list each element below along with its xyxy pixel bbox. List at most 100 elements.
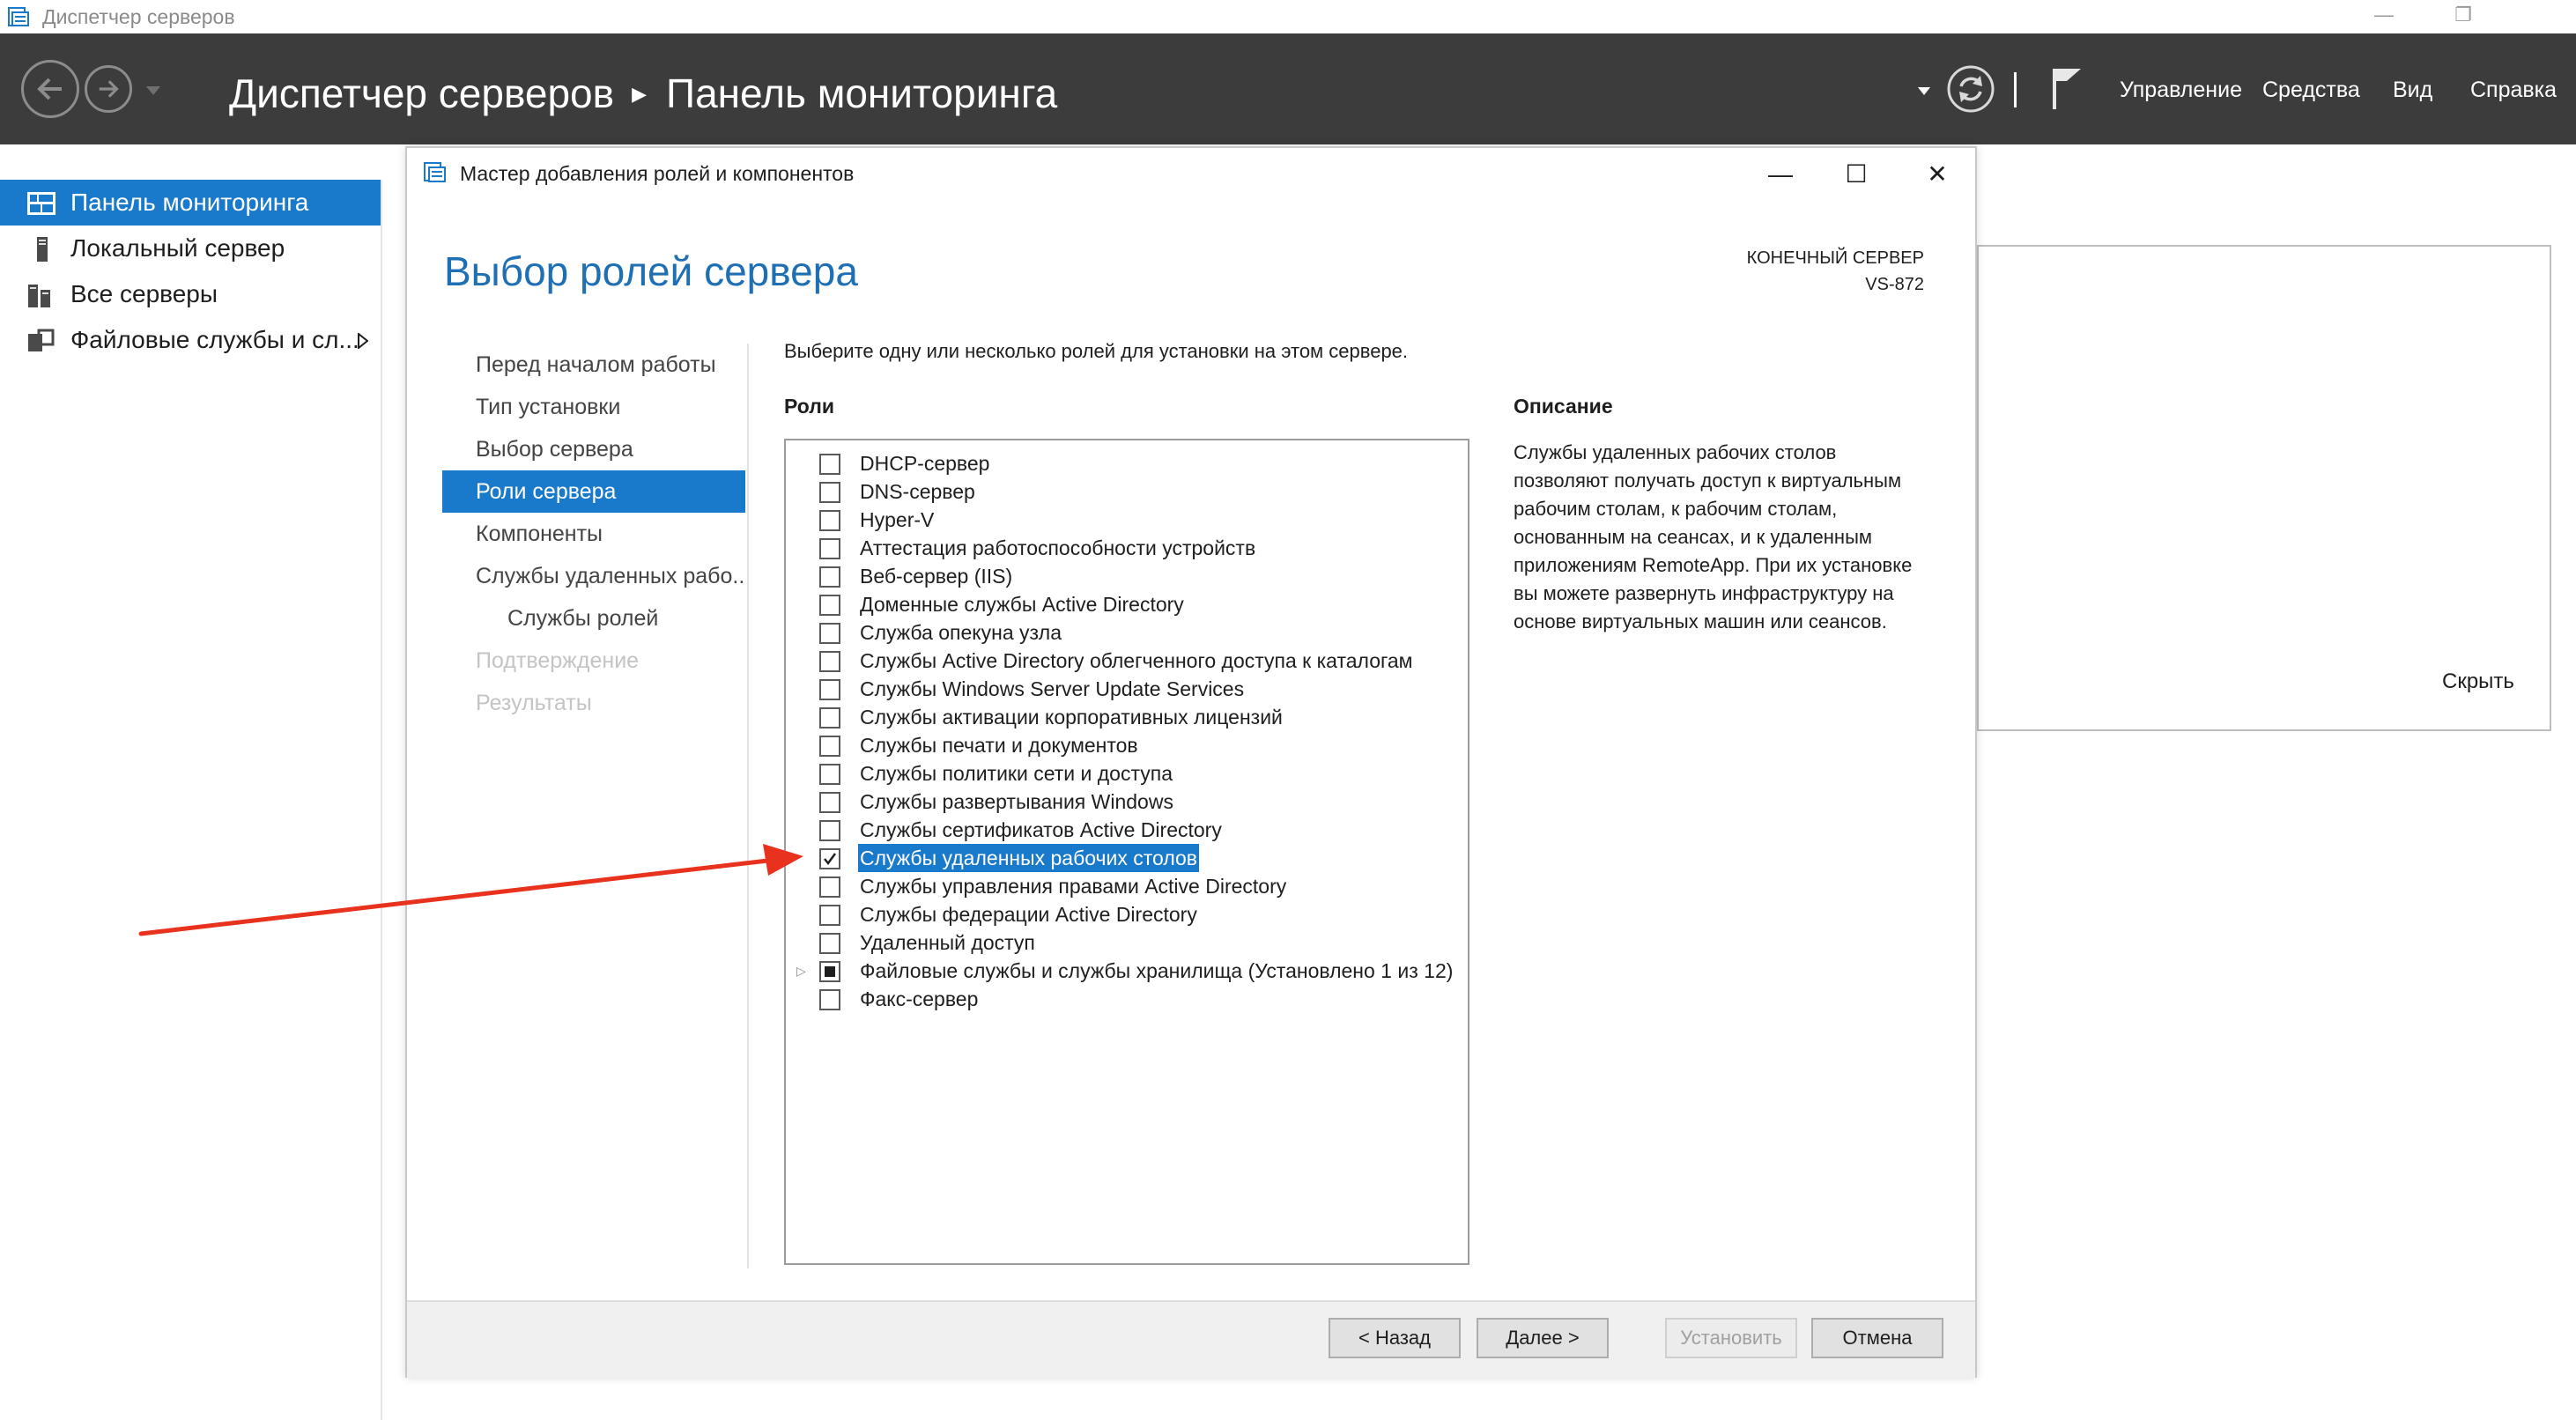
- role-label: Службы управления правами Active Directo…: [860, 875, 1287, 898]
- role-label: Hyper-V: [860, 508, 935, 531]
- wizard-title: Мастер добавления ролей и компонентов: [460, 162, 855, 185]
- sidebar-item-label: Локальный сервер: [70, 234, 285, 262]
- role-label: Служба опекуна узла: [860, 621, 1062, 644]
- role-checkbox[interactable]: [819, 538, 840, 559]
- wizard-step-before-you-begin[interactable]: Перед началом работы: [442, 344, 745, 386]
- role-checkbox[interactable]: [819, 876, 840, 898]
- sidebar-item-local-server[interactable]: Локальный сервер: [0, 226, 381, 271]
- wizard-app-icon: [424, 162, 446, 182]
- expand-arrow-icon[interactable]: ▷: [796, 964, 806, 979]
- description-text: Службы удаленных рабочих столов позволяю…: [1514, 441, 1913, 632]
- notifications-dropdown-icon[interactable]: [1917, 86, 1931, 97]
- close-icon[interactable]: ✕: [1915, 157, 1959, 192]
- role-label: Службы Active Directory облегченного дос…: [860, 649, 1413, 672]
- maximize-icon[interactable]: ☐: [1834, 157, 1878, 192]
- window-titlebar: Диспетчер серверов — ❐: [0, 0, 2576, 33]
- role-checkbox[interactable]: [819, 651, 840, 672]
- server-icon: [37, 237, 48, 262]
- role-label: Службы Windows Server Update Services: [860, 677, 1245, 700]
- role-label: Факс-сервер: [860, 987, 979, 1010]
- add-roles-wizard: Мастер добавления ролей и компонентов — …: [405, 146, 1977, 1378]
- menu-tools[interactable]: Средства: [2262, 74, 2360, 106]
- cancel-button[interactable]: Отмена: [1811, 1318, 1943, 1358]
- menu-manage[interactable]: Управление: [2120, 74, 2242, 106]
- sidebar-item-all-servers[interactable]: Все серверы: [0, 271, 381, 317]
- window-title: Диспетчер серверов: [42, 5, 235, 28]
- sidebar: Панель мониторинга Локальный сервер Все …: [0, 180, 382, 1420]
- restore-icon[interactable]: ❐: [2446, 2, 2481, 28]
- expand-arrow-icon[interactable]: [358, 333, 368, 349]
- servers-icon: [28, 285, 50, 307]
- server-manager-app-icon: [8, 7, 29, 26]
- wizard-step-remote-desktop[interactable]: Службы удаленных рабо...: [442, 555, 745, 597]
- role-checkbox[interactable]: [819, 933, 840, 954]
- role-checkbox[interactable]: [819, 623, 840, 644]
- header-title: Диспетчер серверов: [229, 70, 615, 116]
- install-button: Установить: [1665, 1318, 1797, 1358]
- nav-divider: [747, 344, 749, 1268]
- file-services-icon: [28, 329, 55, 351]
- minimize-icon[interactable]: —: [1758, 157, 1802, 192]
- role-label: Доменные службы Active Directory: [860, 593, 1184, 616]
- role-checkbox[interactable]: [819, 454, 840, 475]
- sidebar-item-label: Панель мониторинга: [70, 189, 309, 216]
- refresh-icon[interactable]: [1945, 63, 1996, 115]
- header-divider: [2014, 72, 2017, 107]
- forward-button[interactable]: [85, 65, 132, 113]
- wizard-step-role-services[interactable]: Службы ролей: [442, 597, 745, 640]
- destination-server-name: VS-872: [1865, 275, 1924, 294]
- flag-icon[interactable]: [2049, 65, 2084, 111]
- welcome-tile-panel: [1977, 245, 2551, 731]
- role-checkbox[interactable]: [819, 736, 840, 757]
- role-checkbox[interactable]: [819, 595, 840, 616]
- sidebar-item-label: Все серверы: [70, 280, 218, 307]
- hide-link[interactable]: Скрыть: [2442, 669, 2514, 694]
- role-checkbox-checked[interactable]: [819, 848, 840, 869]
- role-checkbox[interactable]: [819, 989, 840, 1010]
- wizard-step-features[interactable]: Компоненты: [442, 513, 745, 555]
- role-label: Удаленный доступ: [860, 931, 1035, 954]
- role-checkbox[interactable]: [819, 482, 840, 503]
- menu-view[interactable]: Вид: [2393, 74, 2432, 106]
- role-checkbox[interactable]: [819, 510, 840, 531]
- role-label: Службы политики сети и доступа: [860, 762, 1173, 785]
- history-dropdown-icon[interactable]: [144, 85, 162, 97]
- back-button[interactable]: [21, 60, 79, 118]
- role-checkbox[interactable]: [819, 707, 840, 728]
- roles-list[interactable]: DHCP-сервер DNS-сервер Hyper-V Аттестаци…: [784, 439, 1469, 1265]
- destination-server: КОНЕЧНЫЙ СЕРВЕР VS-872: [1747, 245, 1924, 298]
- sidebar-item-file-services[interactable]: Файловые службы и сл...: [0, 317, 381, 363]
- next-button[interactable]: Далее >: [1477, 1318, 1609, 1358]
- role-checkbox[interactable]: [819, 792, 840, 813]
- sidebar-item-label: Файловые службы и сл...: [70, 326, 359, 353]
- role-label: DNS-сервер: [860, 480, 975, 503]
- minimize-icon[interactable]: —: [2366, 2, 2402, 28]
- role-label: Службы удаленных рабочих столов: [858, 844, 1200, 872]
- wizard-step-confirmation: Подтверждение: [476, 648, 640, 673]
- role-checkbox[interactable]: [819, 905, 840, 926]
- role-label: Службы активации корпоративных лицензий: [860, 706, 1283, 728]
- role-checkbox[interactable]: [819, 764, 840, 785]
- destination-label: КОНЕЧНЫЙ СЕРВЕР: [1746, 248, 1924, 268]
- role-checkbox[interactable]: [819, 820, 840, 841]
- back-button[interactable]: < Назад: [1329, 1318, 1461, 1358]
- instruction-text: Выберите одну или несколько ролей для ус…: [784, 340, 1409, 362]
- app-header: Диспетчер серверов ▶ Панель мониторинга Уп…: [0, 33, 2576, 144]
- role-label: Службы развертывания Windows: [860, 790, 1173, 813]
- role-label: DHCP-сервер: [860, 452, 990, 475]
- wizard-step-server-roles[interactable]: Роли сервера: [442, 470, 745, 513]
- breadcrumb: Диспетчер серверов ▶ Панель мониторинга: [229, 67, 1057, 128]
- role-label: Файловые службы и службы хранилища (Уста…: [860, 959, 1454, 982]
- role-checkbox[interactable]: [819, 679, 840, 700]
- description-label: Описание: [1514, 395, 1613, 418]
- wizard-step-installation-type[interactable]: Тип установки: [442, 386, 745, 428]
- sidebar-item-dashboard[interactable]: Панель мониторинга: [0, 180, 381, 226]
- menu-help[interactable]: Справка: [2470, 74, 2557, 106]
- header-subtitle: Панель мониторинга: [666, 70, 1058, 116]
- forward-icon: [99, 80, 119, 98]
- role-checkbox-partial[interactable]: [819, 961, 840, 982]
- role-checkbox[interactable]: [819, 566, 840, 588]
- wizard-step-server-selection[interactable]: Выбор сервера: [442, 428, 745, 470]
- roles-label: Роли: [784, 395, 834, 418]
- page-title: Выбор ролей сервера: [444, 248, 858, 294]
